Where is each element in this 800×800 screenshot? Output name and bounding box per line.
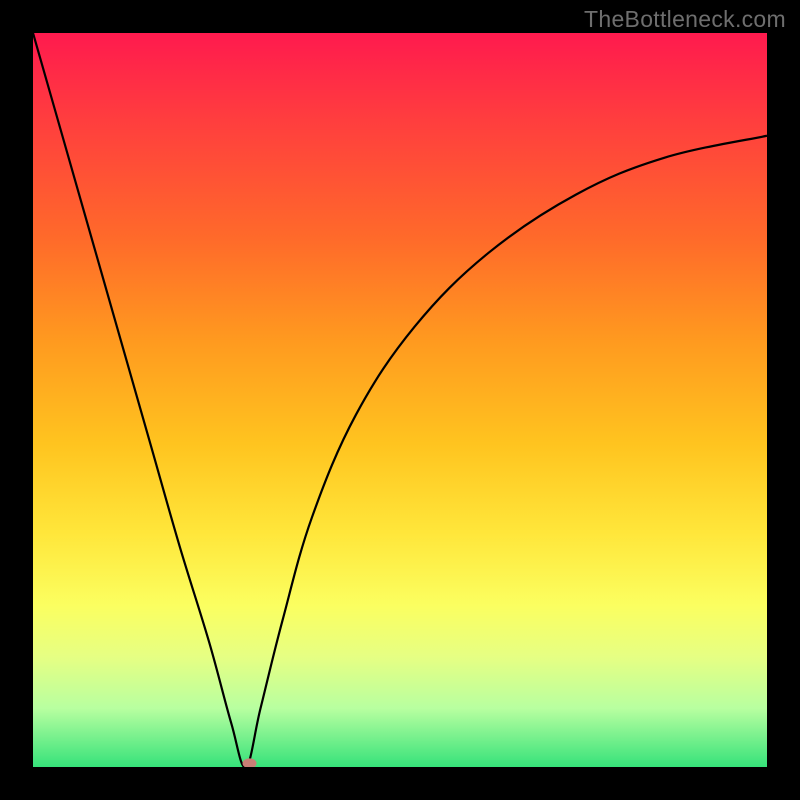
watermark-text: TheBottleneck.com	[584, 6, 786, 33]
bottleneck-curve	[33, 33, 767, 767]
plot-area	[33, 33, 767, 767]
minimum-marker	[243, 758, 257, 767]
chart-frame: TheBottleneck.com	[0, 0, 800, 800]
curve-line	[33, 33, 767, 767]
